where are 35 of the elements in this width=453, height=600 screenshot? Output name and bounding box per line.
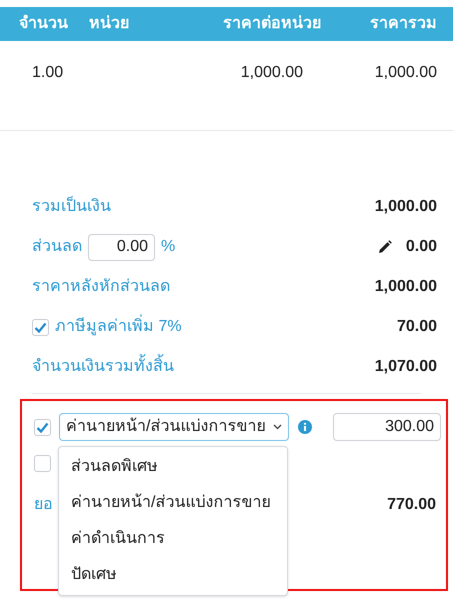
column-header: ราคารวม — [369, 14, 437, 34]
net-label: ยอ — [34, 495, 53, 515]
percent-label: % — [161, 237, 176, 257]
column-header: ราคาต่อหน่วย — [222, 14, 321, 34]
checkbox[interactable] — [34, 418, 51, 436]
discount-field[interactable]: 0.00 — [88, 234, 155, 260]
summary-label: รวมเป็นเงิน — [32, 195, 111, 217]
checkbox[interactable] — [32, 318, 49, 336]
menu-item[interactable]: ค่านายหน้า/ส่วนแบ่งการขาย — [59, 485, 287, 521]
checkmark-icon — [36, 422, 49, 432]
checkmark-icon — [34, 322, 47, 332]
table-cell-text: 1,000.00 — [374, 63, 437, 83]
table-cell-text: 1.00 — [32, 63, 64, 83]
chevron-down-icon — [273, 424, 282, 430]
menu-item[interactable]: ค่าดำเนินการ — [59, 521, 287, 557]
info-icon[interactable] — [298, 420, 312, 434]
summary-label: ส่วนลด — [32, 237, 82, 257]
summary-value: 1,000.00 — [374, 197, 437, 217]
menu-item[interactable]: ปัดเศษ — [59, 557, 287, 593]
summary-value: 1,000.00 — [374, 277, 437, 297]
summary-value: 70.00 — [396, 317, 437, 337]
summary-label: ราคาหลังหักส่วนลด — [32, 277, 170, 297]
summary-label: ภาษีมูลค่าเพิ่ม 7% — [55, 315, 182, 339]
summary-value: 0.00 — [406, 237, 437, 257]
table-cell-text: 1,000.00 — [240, 63, 303, 83]
summary-label: จำนวนเงินรวมทั้งสิ้น — [32, 355, 174, 379]
type-select[interactable]: ค่านายหน้า/ส่วนแบ่งการขาย — [59, 413, 289, 441]
column-header: หน่วย — [89, 14, 130, 34]
summary-value: 1,070.00 — [374, 357, 437, 377]
checkbox[interactable] — [34, 454, 51, 472]
amount-field[interactable]: 300.00 — [333, 413, 441, 441]
column-header: จำนวน — [19, 14, 69, 34]
pencil-icon[interactable] — [378, 240, 392, 254]
menu-item[interactable]: ส่วนลดพิเศษ — [59, 449, 287, 485]
net-value: 770.00 — [387, 495, 436, 515]
